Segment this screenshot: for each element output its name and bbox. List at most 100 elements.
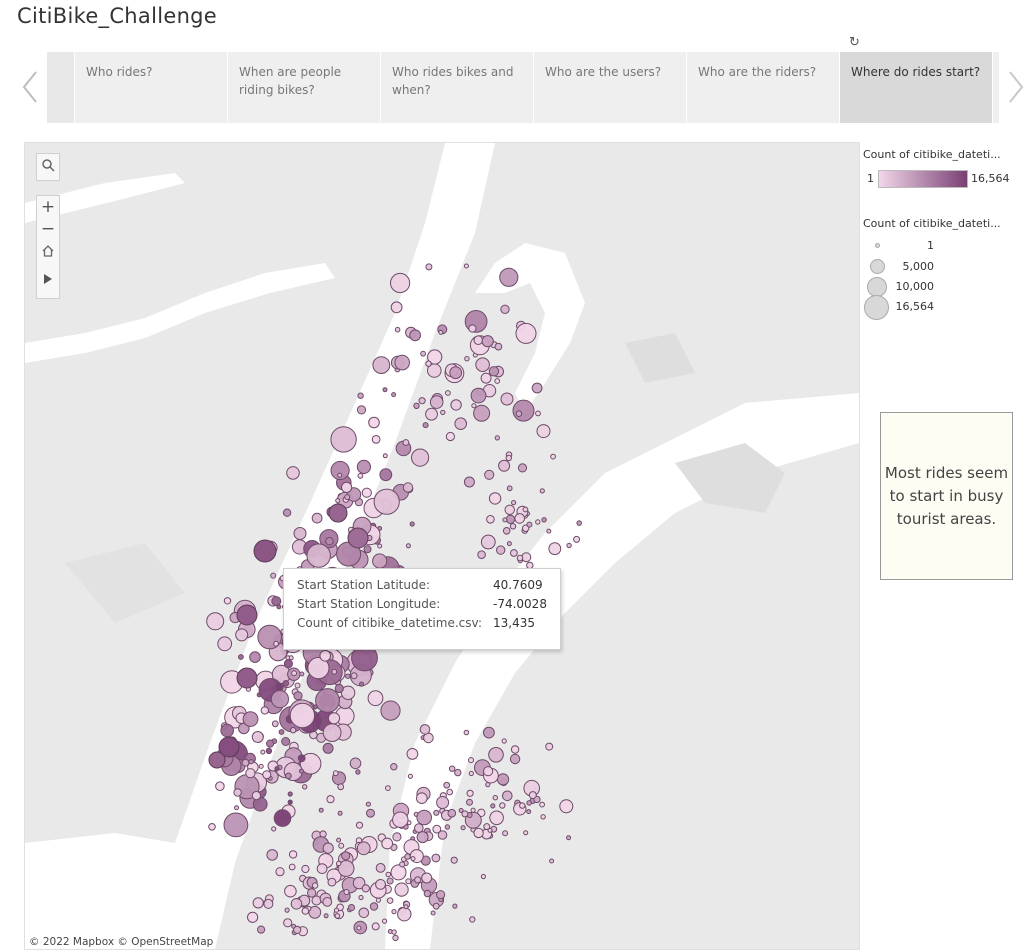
station-circle[interactable] xyxy=(423,889,432,898)
station-circle[interactable] xyxy=(333,907,340,913)
station-circle[interactable] xyxy=(294,682,301,689)
station-circle[interactable] xyxy=(498,459,511,472)
station-circle[interactable] xyxy=(274,766,280,772)
station-circle[interactable] xyxy=(504,504,515,515)
station-circle[interactable] xyxy=(356,925,362,931)
station-circle[interactable] xyxy=(471,403,477,409)
station-circle[interactable] xyxy=(480,372,492,384)
station-circle[interactable] xyxy=(260,706,270,715)
station-circle[interactable] xyxy=(494,342,503,351)
station-circle[interactable] xyxy=(469,916,476,923)
station-circle[interactable] xyxy=(288,863,296,871)
station-circle[interactable] xyxy=(430,910,436,916)
station-circle[interactable] xyxy=(514,513,526,524)
station-circle[interactable] xyxy=(506,541,512,547)
previous-story-arrow-icon[interactable] xyxy=(18,62,42,112)
station-circle[interactable] xyxy=(483,726,495,739)
station-circle[interactable] xyxy=(431,853,441,863)
station-circle[interactable] xyxy=(341,851,351,861)
station-circle[interactable] xyxy=(316,863,328,874)
station-circle[interactable] xyxy=(291,670,298,677)
home-icon[interactable] xyxy=(37,240,59,262)
station-circle[interactable] xyxy=(363,545,372,554)
station-circle[interactable] xyxy=(282,508,292,517)
station-circle[interactable] xyxy=(323,913,329,919)
station-circle[interactable] xyxy=(391,929,397,935)
station-circle[interactable] xyxy=(299,768,304,774)
station-circle[interactable] xyxy=(402,482,414,493)
station-circle[interactable] xyxy=(375,863,386,873)
station-circle[interactable] xyxy=(489,810,504,826)
station-circle[interactable] xyxy=(414,876,422,884)
station-circle[interactable] xyxy=(394,354,411,371)
station-circle[interactable] xyxy=(328,503,348,523)
station-circle[interactable] xyxy=(496,545,506,555)
station-circle[interactable] xyxy=(357,472,364,479)
station-circle[interactable] xyxy=(432,902,440,910)
station-circle[interactable] xyxy=(539,801,545,808)
station-circle[interactable] xyxy=(311,895,322,906)
station-circle[interactable] xyxy=(519,802,526,809)
station-circle[interactable] xyxy=(355,821,364,829)
station-circle[interactable] xyxy=(464,356,470,362)
station-circle[interactable] xyxy=(392,832,402,842)
station-circle[interactable] xyxy=(338,842,345,849)
station-circle[interactable] xyxy=(391,392,397,398)
story-point-who-rides[interactable]: Who rides? xyxy=(75,52,228,123)
station-circle[interactable] xyxy=(416,831,429,844)
station-circle[interactable] xyxy=(502,517,508,523)
station-circle[interactable] xyxy=(463,729,470,736)
station-circle[interactable] xyxy=(392,934,399,942)
station-circle[interactable] xyxy=(394,326,401,333)
station-circle[interactable] xyxy=(265,747,273,755)
station-circle[interactable] xyxy=(286,466,300,480)
station-circle[interactable] xyxy=(411,448,430,467)
station-circle[interactable] xyxy=(446,788,454,796)
station-circle[interactable] xyxy=(425,360,432,367)
station-circle[interactable] xyxy=(208,823,216,831)
station-circle[interactable] xyxy=(545,742,554,751)
station-circle[interactable] xyxy=(416,809,433,826)
station-circle[interactable] xyxy=(444,824,451,830)
station-circle[interactable] xyxy=(390,301,403,314)
station-circle[interactable] xyxy=(505,454,512,462)
station-circle[interactable] xyxy=(260,749,266,755)
station-circle[interactable] xyxy=(526,800,533,806)
station-circle[interactable] xyxy=(449,366,463,380)
station-circle[interactable] xyxy=(293,527,307,540)
station-circle[interactable] xyxy=(371,922,380,931)
station-circle[interactable] xyxy=(301,864,310,874)
station-circle[interactable] xyxy=(233,788,242,797)
station-circle[interactable] xyxy=(463,476,475,488)
station-circle[interactable] xyxy=(470,387,487,404)
refresh-icon[interactable]: ↻ xyxy=(849,35,860,50)
station-circle[interactable] xyxy=(326,795,335,804)
station-circle[interactable] xyxy=(367,690,384,707)
station-circle[interactable] xyxy=(281,737,291,746)
station-circle[interactable] xyxy=(483,823,491,831)
station-circle[interactable] xyxy=(402,439,410,446)
station-circle[interactable] xyxy=(371,435,381,444)
station-circle[interactable] xyxy=(506,485,513,492)
station-circle[interactable] xyxy=(345,673,351,679)
station-circle[interactable] xyxy=(452,903,458,909)
station-circle[interactable] xyxy=(559,799,574,814)
station-circle[interactable] xyxy=(302,784,308,790)
station-circle[interactable] xyxy=(206,612,225,631)
station-circle[interactable] xyxy=(406,748,419,760)
station-circle[interactable] xyxy=(526,809,532,815)
station-circle[interactable] xyxy=(549,858,555,864)
station-circle[interactable] xyxy=(337,472,343,478)
station-circle[interactable] xyxy=(386,877,394,885)
station-circle[interactable] xyxy=(509,523,517,530)
station-circle[interactable] xyxy=(365,801,371,807)
station-circle[interactable] xyxy=(466,798,473,806)
station-circle[interactable] xyxy=(290,727,297,734)
station-circle[interactable] xyxy=(347,527,369,549)
story-point-users[interactable]: Who are the users? xyxy=(534,52,687,123)
station-circle[interactable] xyxy=(275,683,284,691)
station-circle[interactable] xyxy=(379,468,393,482)
station-circle[interactable] xyxy=(385,871,392,878)
station-map[interactable]: + − © 2022 Mapbox © OpenStreetMap xyxy=(24,142,860,950)
station-circle[interactable] xyxy=(248,759,254,765)
